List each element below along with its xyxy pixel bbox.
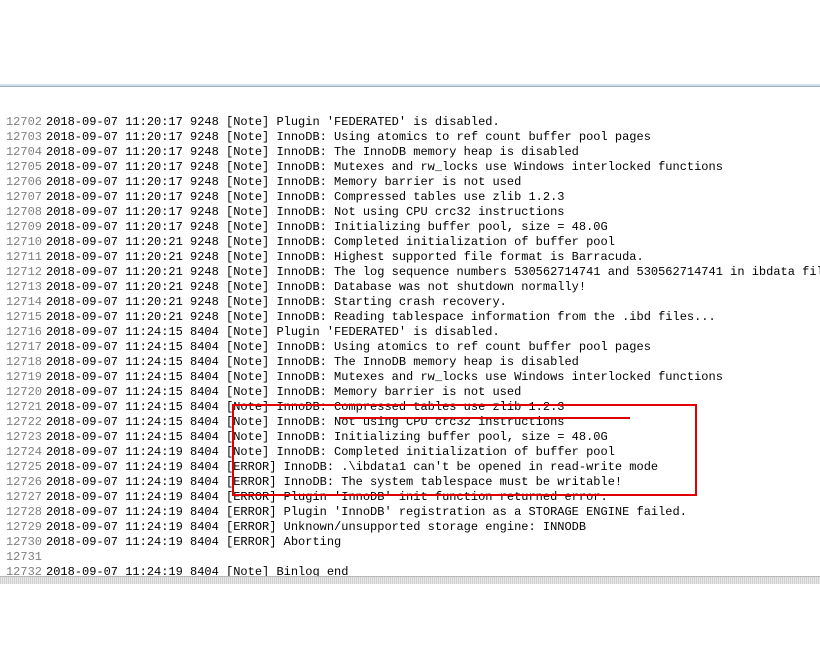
log-text: 2018-09-07 11:24:19 8404 [ERROR] InnoDB:… bbox=[46, 475, 622, 490]
log-line[interactable]: 127122018-09-07 11:20:21 9248 [Note] Inn… bbox=[0, 265, 820, 280]
line-number: 12704 bbox=[0, 145, 46, 160]
log-text: 2018-09-07 11:20:21 9248 [Note] InnoDB: … bbox=[46, 280, 586, 295]
log-text: 2018-09-07 11:20:17 9248 [Note] InnoDB: … bbox=[46, 220, 608, 235]
log-line[interactable]: 127132018-09-07 11:20:21 9248 [Note] Inn… bbox=[0, 280, 820, 295]
log-line[interactable]: 127162018-09-07 11:24:15 8404 [Note] Plu… bbox=[0, 325, 820, 340]
log-text: 2018-09-07 11:24:15 8404 [Note] InnoDB: … bbox=[46, 370, 723, 385]
line-number: 12706 bbox=[0, 175, 46, 190]
line-number: 12730 bbox=[0, 535, 46, 550]
log-line[interactable]: 127152018-09-07 11:20:21 9248 [Note] Inn… bbox=[0, 310, 820, 325]
line-number: 12714 bbox=[0, 295, 46, 310]
log-line[interactable]: 127232018-09-07 11:24:15 8404 [Note] Inn… bbox=[0, 430, 820, 445]
log-line[interactable]: 127092018-09-07 11:20:17 9248 [Note] Inn… bbox=[0, 220, 820, 235]
line-number: 12728 bbox=[0, 505, 46, 520]
line-number: 12713 bbox=[0, 280, 46, 295]
log-text: 2018-09-07 11:24:19 8404 [ERROR] Plugin … bbox=[46, 505, 687, 520]
line-number: 12715 bbox=[0, 310, 46, 325]
log-text: 2018-09-07 11:20:17 9248 [Note] InnoDB: … bbox=[46, 160, 723, 175]
line-number: 12712 bbox=[0, 265, 46, 280]
log-text: 2018-09-07 11:20:17 9248 [Note] Plugin '… bbox=[46, 115, 500, 130]
editor-bottom-ruler bbox=[0, 576, 820, 584]
log-line[interactable]: 127022018-09-07 11:20:17 9248 [Note] Plu… bbox=[0, 115, 820, 130]
log-line[interactable]: 127062018-09-07 11:20:17 9248 [Note] Inn… bbox=[0, 175, 820, 190]
line-number: 12725 bbox=[0, 460, 46, 475]
line-number: 12707 bbox=[0, 190, 46, 205]
line-number: 12724 bbox=[0, 445, 46, 460]
log-text: 2018-09-07 11:24:15 8404 [Note] InnoDB: … bbox=[46, 385, 521, 400]
log-line[interactable]: 127302018-09-07 11:24:19 8404 [ERROR] Ab… bbox=[0, 535, 820, 550]
log-line[interactable]: 127072018-09-07 11:20:17 9248 [Note] Inn… bbox=[0, 190, 820, 205]
line-number: 12720 bbox=[0, 385, 46, 400]
log-line[interactable]: 127192018-09-07 11:24:15 8404 [Note] Inn… bbox=[0, 370, 820, 385]
log-line[interactable]: 127032018-09-07 11:20:17 9248 [Note] Inn… bbox=[0, 130, 820, 145]
log-line[interactable]: 127082018-09-07 11:20:17 9248 [Note] Inn… bbox=[0, 205, 820, 220]
log-text: 2018-09-07 11:20:21 9248 [Note] InnoDB: … bbox=[46, 310, 716, 325]
log-line[interactable]: 127222018-09-07 11:24:15 8404 [Note] Inn… bbox=[0, 415, 820, 430]
log-line[interactable]: 127212018-09-07 11:24:15 8404 [Note] Inn… bbox=[0, 400, 820, 415]
log-line[interactable]: 127182018-09-07 11:24:15 8404 [Note] Inn… bbox=[0, 355, 820, 370]
log-line[interactable]: 127282018-09-07 11:24:19 8404 [ERROR] Pl… bbox=[0, 505, 820, 520]
log-text: 2018-09-07 11:20:17 9248 [Note] InnoDB: … bbox=[46, 205, 564, 220]
line-number: 12708 bbox=[0, 205, 46, 220]
line-number: 12710 bbox=[0, 235, 46, 250]
log-text: 2018-09-07 11:20:17 9248 [Note] InnoDB: … bbox=[46, 190, 564, 205]
log-text: 2018-09-07 11:24:15 8404 [Note] InnoDB: … bbox=[46, 430, 608, 445]
line-number: 12727 bbox=[0, 490, 46, 505]
line-number: 12711 bbox=[0, 250, 46, 265]
log-line[interactable]: 12731 bbox=[0, 550, 820, 565]
line-number: 12718 bbox=[0, 355, 46, 370]
log-text: 2018-09-07 11:20:21 9248 [Note] InnoDB: … bbox=[46, 250, 644, 265]
line-number: 12731 bbox=[0, 550, 46, 565]
line-number: 12723 bbox=[0, 430, 46, 445]
line-number: 12709 bbox=[0, 220, 46, 235]
log-text: 2018-09-07 11:24:19 8404 [ERROR] Abortin… bbox=[46, 535, 341, 550]
editor-viewport: 127022018-09-07 11:20:17 9248 [Note] Plu… bbox=[0, 56, 820, 584]
log-line[interactable]: 127142018-09-07 11:20:21 9248 [Note] Inn… bbox=[0, 295, 820, 310]
log-text: 2018-09-07 11:24:19 8404 [ERROR] InnoDB:… bbox=[46, 460, 658, 475]
log-line[interactable]: 127202018-09-07 11:24:15 8404 [Note] Inn… bbox=[0, 385, 820, 400]
line-number: 12722 bbox=[0, 415, 46, 430]
log-line[interactable]: 127102018-09-07 11:20:21 9248 [Note] Inn… bbox=[0, 235, 820, 250]
line-number: 12721 bbox=[0, 400, 46, 415]
log-text: 2018-09-07 11:24:15 8404 [Note] InnoDB: … bbox=[46, 355, 579, 370]
log-text: 2018-09-07 11:24:15 8404 [Note] Plugin '… bbox=[46, 325, 500, 340]
log-line[interactable]: 127052018-09-07 11:20:17 9248 [Note] Inn… bbox=[0, 160, 820, 175]
line-number: 12705 bbox=[0, 160, 46, 175]
log-text: 2018-09-07 11:20:17 9248 [Note] InnoDB: … bbox=[46, 145, 579, 160]
line-number: 12726 bbox=[0, 475, 46, 490]
log-line[interactable]: 127172018-09-07 11:24:15 8404 [Note] Inn… bbox=[0, 340, 820, 355]
line-number: 12716 bbox=[0, 325, 46, 340]
line-number: 12703 bbox=[0, 130, 46, 145]
line-number: 12717 bbox=[0, 340, 46, 355]
log-text: 2018-09-07 11:20:21 9248 [Note] InnoDB: … bbox=[46, 235, 615, 250]
log-text: 2018-09-07 11:20:21 9248 [Note] InnoDB: … bbox=[46, 265, 820, 280]
log-text: 2018-09-07 11:20:17 9248 [Note] InnoDB: … bbox=[46, 175, 521, 190]
log-line[interactable]: 127272018-09-07 11:24:19 8404 [ERROR] Pl… bbox=[0, 490, 820, 505]
log-text: 2018-09-07 11:24:19 8404 [Note] InnoDB: … bbox=[46, 445, 615, 460]
log-text: 2018-09-07 11:20:21 9248 [Note] InnoDB: … bbox=[46, 295, 507, 310]
log-text: 2018-09-07 11:24:19 8404 [ERROR] Plugin … bbox=[46, 490, 608, 505]
log-text: 2018-09-07 11:24:15 8404 [Note] InnoDB: … bbox=[46, 340, 651, 355]
log-line[interactable]: 127112018-09-07 11:20:21 9248 [Note] Inn… bbox=[0, 250, 820, 265]
log-text: 2018-09-07 11:24:15 8404 [Note] InnoDB: … bbox=[46, 400, 564, 415]
line-number: 12702 bbox=[0, 115, 46, 130]
log-line[interactable]: 127252018-09-07 11:24:19 8404 [ERROR] In… bbox=[0, 460, 820, 475]
log-line[interactable]: 127042018-09-07 11:20:17 9248 [Note] Inn… bbox=[0, 145, 820, 160]
line-number: 12719 bbox=[0, 370, 46, 385]
log-text: 2018-09-07 11:20:17 9248 [Note] InnoDB: … bbox=[46, 130, 651, 145]
log-line[interactable]: 127242018-09-07 11:24:19 8404 [Note] Inn… bbox=[0, 445, 820, 460]
log-text-area[interactable]: 127022018-09-07 11:20:17 9248 [Note] Plu… bbox=[0, 115, 820, 584]
log-text: 2018-09-07 11:24:15 8404 [Note] InnoDB: … bbox=[46, 415, 564, 430]
log-line[interactable]: 127262018-09-07 11:24:19 8404 [ERROR] In… bbox=[0, 475, 820, 490]
editor-ruler bbox=[0, 84, 820, 87]
